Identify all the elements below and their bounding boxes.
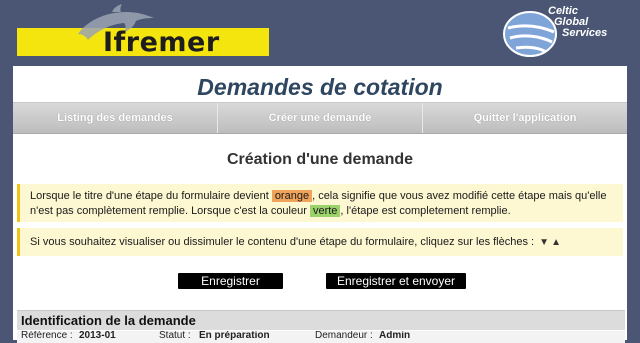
ifremer-logo-text: Ifremer (103, 27, 220, 58)
toggle-arrows-notice: Si vous souhaitez visualiser ou dissimul… (17, 228, 623, 256)
orange-highlight: orange (271, 190, 313, 202)
arrow-up-icon: ▲ (551, 237, 561, 248)
save-button[interactable]: Enregistrer (178, 273, 283, 289)
nav-creer-demande[interactable]: Créer une demande (218, 103, 423, 133)
page-title: Demandes de cotation (197, 74, 443, 100)
green-highlight: verte (309, 205, 341, 217)
nav-listing-demandes[interactable]: Listing des demandes (13, 103, 218, 133)
main-nav: Listing des demandes Créer une demande Q… (13, 102, 627, 134)
form-heading: Création d'une demande (226, 151, 414, 168)
arrow-down-icon: ▼ (539, 237, 550, 248)
notice-text-part3: , l'étape est completement remplie. (340, 205, 511, 217)
identification-row: Référence : 2013-01 Statut : En préparat… (17, 331, 625, 343)
color-legend-notice: Lorsque le titre d'une étape du formulai… (17, 184, 623, 222)
toggle-notice-text: Si vous souhaitez visualiser ou dissimul… (30, 236, 535, 248)
header: Ifremer Celtic Global Services (0, 0, 640, 66)
main-panel: Demandes de cotation Listing des demande… (13, 66, 627, 343)
partner-line-3: Services (562, 27, 608, 39)
nav-quitter-application[interactable]: Quitter l'application (423, 103, 627, 133)
celtic-global-services-logo-text: Celtic Global Services (548, 6, 638, 39)
save-and-send-button[interactable]: Enregistrer et envoyer (326, 273, 466, 289)
identification-section-header[interactable]: Identification de la demande (17, 310, 625, 330)
notice-text-part1: Lorsque le titre d'une étape du formulai… (30, 190, 272, 202)
